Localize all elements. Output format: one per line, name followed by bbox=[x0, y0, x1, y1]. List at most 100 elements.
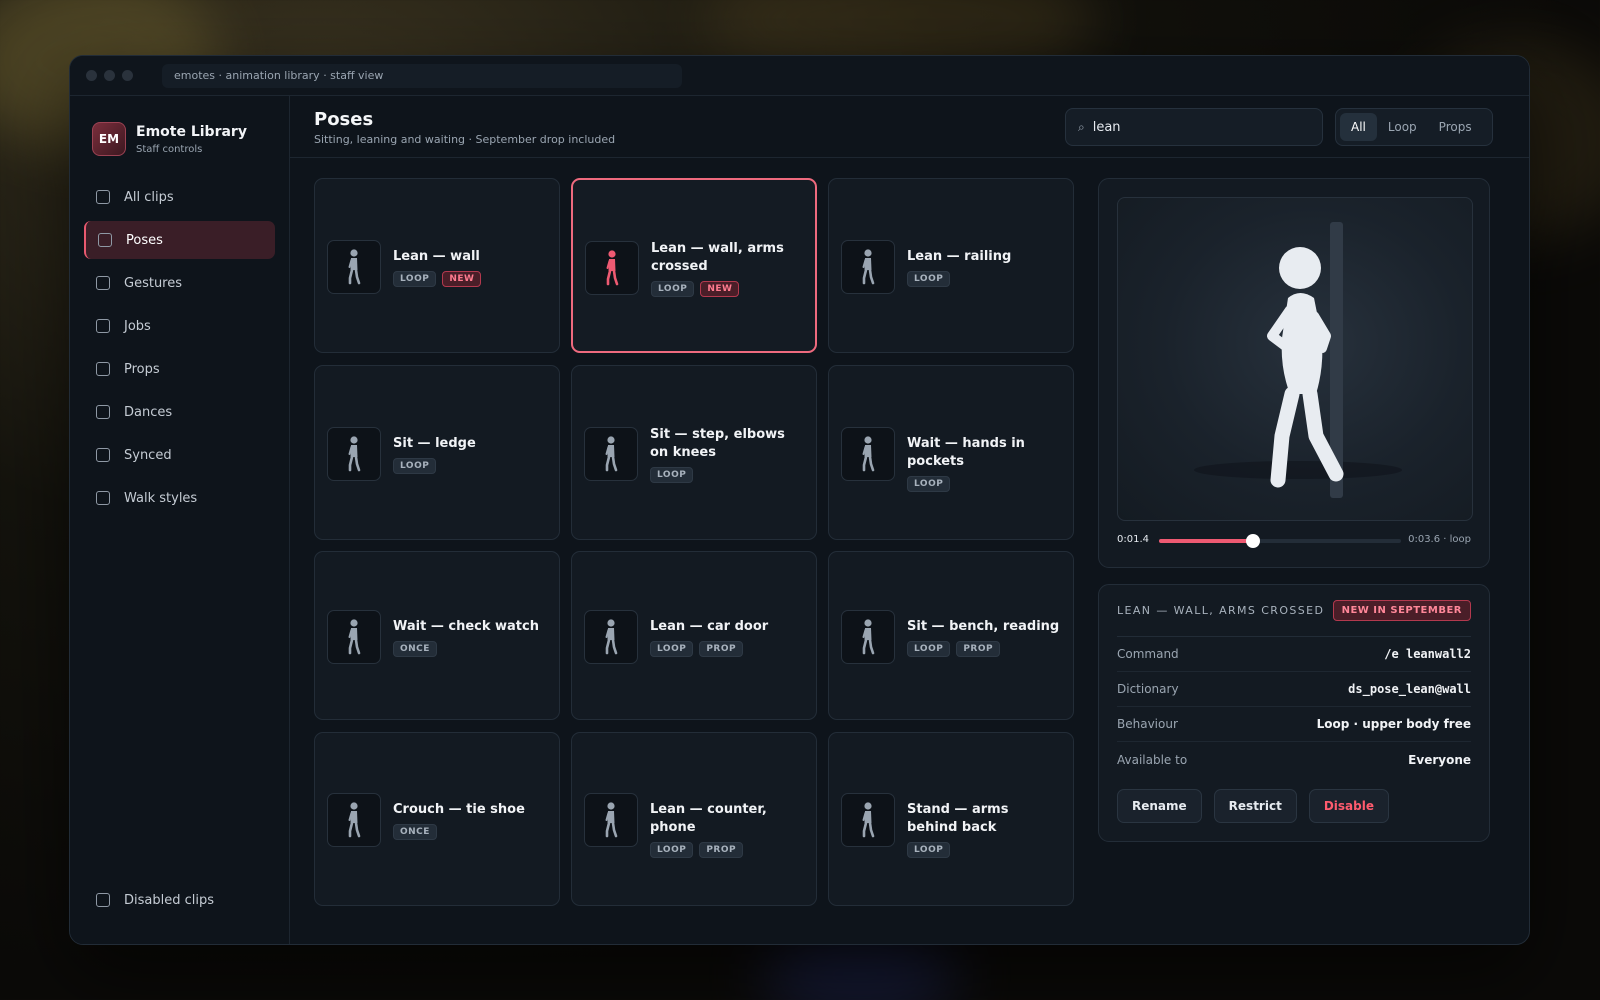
filter-all[interactable]: All bbox=[1340, 113, 1377, 141]
detail-value: ds_pose_lean@wall bbox=[1348, 682, 1471, 696]
detail-value: Everyone bbox=[1408, 752, 1471, 767]
sidebar-item-label: Poses bbox=[126, 232, 163, 248]
time-current: 0:01.4 bbox=[1117, 534, 1149, 545]
clip-card[interactable]: Wait — hands in pockets LOOP bbox=[828, 365, 1074, 540]
scrubber-handle[interactable] bbox=[1246, 534, 1261, 548]
detail-key: Behaviour bbox=[1117, 717, 1178, 731]
preview-figure bbox=[1194, 222, 1402, 498]
sidebar-item-jobs[interactable]: Jobs bbox=[84, 307, 275, 345]
detail-row: Available to Everyone bbox=[1117, 742, 1471, 777]
clip-card[interactable]: Lean — wall, arms crossed LOOP NEW bbox=[571, 178, 817, 353]
sidebar-item-label: Jobs bbox=[124, 318, 151, 334]
clip-card[interactable]: Lean — counter, phone LOOP PROP bbox=[571, 732, 817, 906]
scrubber-track[interactable] bbox=[1159, 534, 1401, 548]
pose-figure-icon bbox=[348, 435, 361, 471]
clip-card[interactable]: Lean — wall LOOP NEW bbox=[314, 178, 560, 353]
tag-loop: LOOP bbox=[907, 270, 951, 287]
clip-title: Lean — wall bbox=[393, 248, 480, 264]
brand-logo: EM bbox=[92, 122, 126, 156]
detail-key: Command bbox=[1117, 647, 1179, 661]
clip-title: Wait — hands in pockets bbox=[907, 435, 1025, 469]
detail-value: /e leanwall2 bbox=[1384, 647, 1471, 661]
titlebar: emotes · animation library · staff view bbox=[70, 56, 1529, 96]
clip-title: Lean — wall, arms crossed bbox=[651, 240, 784, 274]
search-input[interactable]: ⌕ lean bbox=[1065, 108, 1323, 146]
status-badge: NEW IN SEPTEMBER bbox=[1332, 600, 1471, 621]
pose-figure-icon bbox=[348, 618, 361, 654]
checkbox-icon bbox=[96, 190, 110, 204]
filter-props[interactable]: Props bbox=[1428, 113, 1483, 141]
clip-title: Lean — counter, phone bbox=[650, 802, 767, 835]
minimize-window-button[interactable] bbox=[104, 70, 115, 81]
sidebar-item-dances[interactable]: Dances bbox=[84, 393, 275, 431]
clip-thumbnail bbox=[841, 793, 895, 847]
sidebar-item-disabled-clips[interactable]: Disabled clips bbox=[84, 881, 275, 919]
clip-title: Sit — bench, reading bbox=[907, 618, 1060, 634]
tag-loop: LOOP bbox=[907, 475, 951, 492]
maximize-window-button[interactable] bbox=[122, 70, 133, 81]
sidebar-item-gestures[interactable]: Gestures bbox=[84, 264, 275, 302]
page-subtitle: Sitting, leaning and waiting · September… bbox=[314, 133, 616, 146]
tag-prop: PROP bbox=[699, 640, 744, 657]
clip-thumbnail bbox=[585, 240, 639, 295]
clip-thumbnail bbox=[327, 239, 381, 294]
clip-card[interactable]: Lean — railing LOOP bbox=[828, 178, 1074, 353]
clip-card[interactable]: Sit — ledge LOOP bbox=[314, 365, 560, 540]
restrict-button[interactable]: Restrict bbox=[1213, 789, 1297, 823]
time-total: 0:03.6 · loop bbox=[1408, 534, 1471, 545]
clip-card[interactable]: Lean — car door LOOP PROP bbox=[571, 551, 817, 720]
clip-details: LEAN — WALL, ARMS CROSSED NEW IN SEPTEMB… bbox=[1098, 584, 1490, 842]
clip-card[interactable]: Stand — arms behind back LOOP bbox=[828, 732, 1074, 906]
address-bar[interactable]: emotes · animation library · staff view bbox=[162, 63, 682, 88]
checkbox-icon bbox=[96, 405, 110, 419]
pose-figure-icon bbox=[348, 248, 361, 284]
main-panel: Poses Sitting, leaning and waiting · Sep… bbox=[290, 96, 1529, 944]
tag-loop: LOOP bbox=[650, 640, 694, 657]
rename-button[interactable]: Rename bbox=[1117, 789, 1202, 823]
clip-title: Sit — ledge bbox=[393, 435, 476, 451]
close-window-button[interactable] bbox=[86, 70, 97, 81]
sidebar-item-poses[interactable]: Poses bbox=[84, 221, 275, 259]
clip-card[interactable]: Wait — check watch ONCE bbox=[314, 551, 560, 720]
clip-thumbnail bbox=[327, 793, 381, 847]
clip-thumbnail bbox=[841, 239, 895, 294]
clip-card[interactable]: Sit — step, elbows on knees LOOP bbox=[571, 365, 817, 540]
brand-subtitle: Staff controls bbox=[136, 143, 203, 155]
page-title: Poses bbox=[314, 109, 374, 130]
brand: EM Emote Library Staff controls bbox=[70, 96, 289, 156]
pose-figure-icon bbox=[605, 802, 618, 838]
tag-loop: LOOP bbox=[393, 270, 437, 287]
app-window: emotes · animation library · staff view … bbox=[69, 55, 1530, 945]
detail-row: Command/e leanwall2 bbox=[1117, 637, 1471, 672]
sidebar-item-walk-styles[interactable]: Walk styles bbox=[84, 479, 275, 517]
filter-loop[interactable]: Loop bbox=[1377, 113, 1428, 141]
detail-value: Loop · upper body free bbox=[1316, 717, 1471, 731]
disable-button[interactable]: Disable bbox=[1308, 789, 1389, 823]
sidebar-item-all-clips[interactable]: All clips bbox=[84, 178, 275, 216]
clip-thumbnail bbox=[841, 609, 895, 664]
sidebar-item-label: All clips bbox=[124, 189, 174, 205]
pose-figure-icon bbox=[862, 618, 875, 654]
checkbox-icon bbox=[96, 491, 110, 505]
search-value: lean bbox=[1092, 119, 1121, 135]
clip-title: Wait — check watch bbox=[393, 618, 539, 634]
pose-figure-icon bbox=[862, 802, 875, 838]
tag-new: NEW bbox=[700, 280, 740, 297]
sidebar-item-label: Disabled clips bbox=[124, 892, 215, 908]
sidebar-item-props[interactable]: Props bbox=[84, 350, 275, 388]
tag-loop: LOOP bbox=[651, 280, 695, 297]
tag-once: ONCE bbox=[393, 640, 437, 657]
tag-loop: LOOP bbox=[393, 457, 437, 474]
preview-stage bbox=[1117, 197, 1473, 521]
tag-new: NEW bbox=[442, 270, 482, 287]
sidebar-item-synced[interactable]: Synced bbox=[84, 436, 275, 474]
detail-row: Dictionary ds_pose_lean@wall bbox=[1117, 672, 1471, 707]
tag-prop: PROP bbox=[956, 640, 1001, 657]
details-title: LEAN — WALL, ARMS CROSSED bbox=[1117, 604, 1325, 617]
pose-figure-icon bbox=[606, 249, 619, 285]
pose-figure-icon bbox=[348, 802, 361, 838]
clip-card[interactable]: Crouch — tie shoe ONCE bbox=[314, 732, 560, 906]
pose-figure-icon bbox=[862, 248, 875, 284]
clip-card[interactable]: Sit — bench, reading LOOP PROP bbox=[828, 551, 1074, 720]
tag-loop: LOOP bbox=[907, 842, 951, 858]
